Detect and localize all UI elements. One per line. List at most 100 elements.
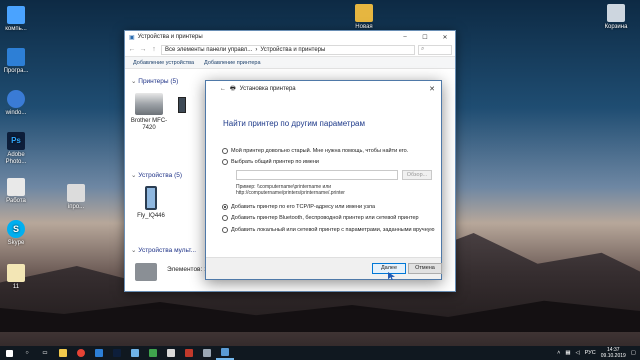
desktop-icon-photoshop[interactable]: Ps Adobe Photo...	[0, 132, 32, 166]
group-devices[interactable]: Устройства (5)	[131, 171, 182, 179]
option-shared-printer[interactable]: Выбрать общий принтер по имени	[222, 159, 319, 165]
taskbar-chrome[interactable]	[72, 346, 90, 360]
skype-icon: S	[7, 220, 25, 238]
forward-arrow-icon[interactable]: →	[139, 46, 147, 53]
back-arrow-icon[interactable]: ←	[220, 86, 226, 92]
option-manual[interactable]: Добавить локальный или сетевой принтер с…	[222, 227, 435, 233]
search-icon: ⌕	[421, 46, 425, 52]
breadcrumb-separator-icon: ›	[255, 46, 258, 53]
shared-printer-name-input[interactable]	[236, 170, 398, 180]
radio-shared-printer[interactable]	[222, 159, 228, 165]
close-icon[interactable]: ✕	[435, 34, 455, 41]
taskbar-photoshop[interactable]	[108, 346, 126, 360]
desktop-icon-windows[interactable]: windo...	[0, 90, 32, 117]
notifications-icon[interactable]: ▢	[631, 350, 636, 356]
search-icon: ○	[25, 350, 29, 356]
chrome-icon	[77, 349, 85, 357]
taskbar-app-1[interactable]	[126, 346, 144, 360]
close-icon[interactable]: ✕	[423, 85, 441, 93]
volume-icon[interactable]: ◁	[576, 350, 580, 356]
photoshop-icon	[113, 349, 121, 357]
windows-icon	[7, 90, 25, 108]
maximize-icon[interactable]: ☐	[415, 34, 435, 41]
dialog-titlebar[interactable]: ← 🖶 Установка принтера ✕	[206, 81, 441, 97]
task-view-button[interactable]: ▭	[36, 346, 54, 360]
cancel-button[interactable]: Отмена	[408, 263, 442, 274]
start-button[interactable]	[0, 346, 18, 360]
monitor-icon	[7, 178, 25, 196]
windows-logo-icon	[5, 349, 13, 357]
photoshop-icon: Ps	[7, 132, 25, 150]
browse-button[interactable]: Обзор...	[402, 170, 432, 180]
add-printer-button[interactable]: Добавление принтера	[204, 60, 260, 66]
minimize-icon[interactable]: –	[395, 34, 415, 41]
address-bar: ← → ↑ Все элементы панели управл... › Ус…	[125, 43, 455, 57]
pc-item[interactable]	[177, 97, 187, 116]
desktop-icon-work[interactable]: Работа	[0, 178, 32, 205]
add-printer-dialog[interactable]: ← 🖶 Установка принтера ✕ Найти принтер п…	[205, 80, 442, 280]
option-bluetooth[interactable]: Добавить принтер Bluetooth, беспроводной…	[222, 215, 419, 221]
command-bar: Добавление устройства Добавление принтер…	[125, 57, 455, 69]
desktop-icon-skype[interactable]: S Skype	[0, 220, 32, 247]
next-button[interactable]: Далее	[372, 263, 406, 274]
taskbar-app-3[interactable]	[162, 346, 180, 360]
window-titlebar[interactable]: ▣ Устройства и принтеры – ☐ ✕	[125, 31, 455, 43]
breadcrumb[interactable]: Все элементы панели управл... › Устройст…	[161, 44, 415, 55]
desktop-icon-recycle-bin[interactable]: Корзина	[600, 4, 632, 31]
printer-small-icon: 🖶	[230, 86, 236, 92]
desktop-icon-programs[interactable]: Програ...	[0, 48, 32, 75]
phone-item[interactable]: Fly_IQ446	[131, 186, 171, 220]
breadcrumb-devices[interactable]: Устройства и принтеры	[260, 47, 325, 53]
add-device-button[interactable]: Добавление устройства	[133, 60, 194, 66]
taskbar-store[interactable]	[90, 346, 108, 360]
desktop-icon-11[interactable]: 11	[0, 264, 32, 291]
clock[interactable]: 14:37 09.10.2019	[601, 347, 626, 359]
group-printers[interactable]: Принтеры (5)	[131, 77, 178, 85]
taskbar-control-panel[interactable]	[216, 346, 234, 360]
status-device-icon	[135, 263, 157, 281]
taskbar-app-5[interactable]	[198, 346, 216, 360]
radio-old-printer[interactable]	[222, 148, 228, 154]
folder-icon	[355, 4, 373, 22]
printer-item[interactable]: Brother MFC-7420	[129, 93, 169, 132]
computer-device-icon	[178, 97, 186, 113]
up-arrow-icon[interactable]: ↑	[150, 46, 158, 53]
dialog-heading: Найти принтер по другим параметрам	[223, 119, 365, 128]
network-icon[interactable]: ▦	[565, 350, 570, 356]
control-panel-icon	[221, 348, 229, 356]
group-multimedia[interactable]: Устройства мульт...	[131, 246, 196, 254]
radio-bluetooth[interactable]	[222, 215, 228, 221]
taskbar-explorer[interactable]	[54, 346, 72, 360]
document-icon	[7, 264, 25, 282]
window-title: Устройства и принтеры	[137, 34, 203, 40]
back-arrow-icon[interactable]: ←	[128, 46, 136, 53]
taskbar-app-2[interactable]	[144, 346, 162, 360]
printer-name: Brother MFC-7420	[130, 118, 168, 131]
desktop-icon-shortcut[interactable]: іпро...	[60, 184, 92, 211]
radio-manual[interactable]	[222, 227, 228, 233]
program-icon	[7, 48, 25, 66]
option-tcpip[interactable]: Добавить принтер по его TCP/IP-адресу ил…	[222, 204, 375, 210]
breadcrumb-control-panel[interactable]: Все элементы панели управл...	[165, 47, 252, 53]
recycle-bin-icon	[607, 4, 625, 22]
computer-icon	[7, 6, 25, 24]
app-icon	[185, 349, 193, 357]
taskbar-app-4[interactable]	[180, 346, 198, 360]
app-icon	[149, 349, 157, 357]
search-taskbar-button[interactable]: ○	[18, 346, 36, 360]
shortcut-icon	[67, 184, 85, 202]
chevron-up-icon[interactable]: ˄	[557, 350, 560, 356]
system-tray: ˄ ▦ ◁ РУС 14:37 09.10.2019 ▢	[557, 347, 640, 359]
language-indicator[interactable]: РУС	[585, 350, 596, 356]
dialog-title: Установка принтера	[239, 86, 296, 92]
radio-tcpip[interactable]	[222, 204, 228, 210]
app-icon	[203, 349, 211, 357]
desktop-icon-computer[interactable]: компь...	[0, 6, 32, 33]
option-old-printer[interactable]: Мой принтер довольно старый. Мне нужна п…	[222, 148, 408, 154]
folder-icon	[59, 349, 67, 357]
search-input[interactable]: ⌕	[418, 44, 452, 55]
phone-icon	[145, 186, 157, 210]
app-icon	[131, 349, 139, 357]
desktop-icon-new-folder[interactable]: Новая	[348, 4, 380, 31]
store-icon	[95, 349, 103, 357]
